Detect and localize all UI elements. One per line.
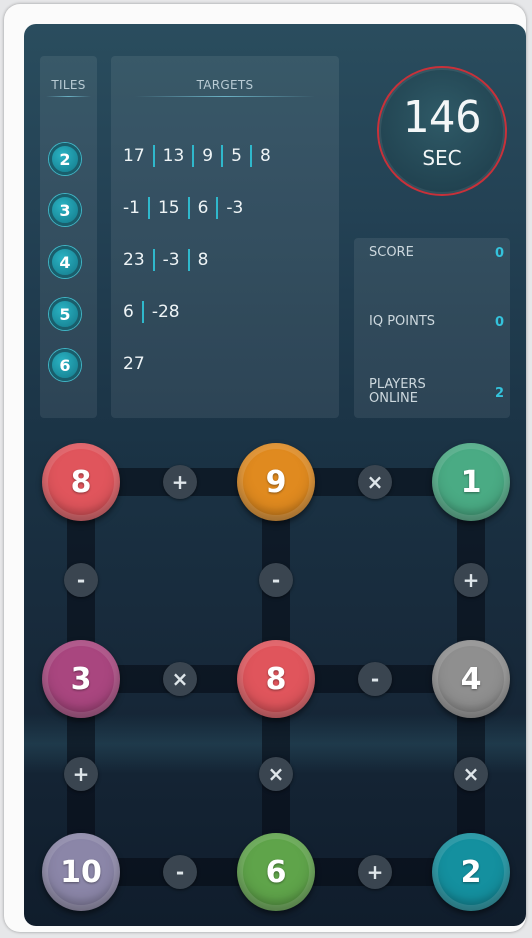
operator-times-r2[interactable]: × [163,662,197,696]
target-row-1: 17 13 9 5 8 [123,144,279,168]
number-ball-r1c2[interactable]: 9 [237,443,315,521]
target-value: 5 [231,146,242,166]
tile-chip-5[interactable]: 6 [49,349,81,381]
operator-times-c2-lower[interactable]: × [259,757,293,791]
operator-plus-r1[interactable]: + [163,465,197,499]
number-ball-r1c3[interactable]: 1 [432,443,510,521]
device-frame: TILES 2 3 4 5 6 TARGETS 17 13 9 5 8 -1 1… [4,4,526,932]
operator-minus-r2[interactable]: - [358,662,392,696]
number-ball-r2c3[interactable]: 4 [432,640,510,718]
target-value: 15 [157,198,180,218]
timer-value: 146 [402,92,482,143]
operator-minus-r3[interactable]: - [163,855,197,889]
countdown-timer: 146 SEC [377,66,507,196]
target-row-3: 23 -3 8 [123,248,216,272]
tile-chip-2[interactable]: 3 [49,194,81,226]
target-value: 9 [202,146,214,166]
number-ball-r2c1[interactable]: 3 [42,640,120,718]
target-value: 23 [123,250,145,270]
target-value: -3 [226,198,244,218]
tile-chip-3[interactable]: 4 [49,246,81,278]
number-ball-r3c2[interactable]: 6 [237,833,315,911]
operator-plus-r3[interactable]: + [358,855,392,889]
operator-times-c3-lower[interactable]: × [454,757,488,791]
score-value: 0 [494,246,504,261]
tile-chip-4[interactable]: 5 [49,298,81,330]
target-value: -28 [151,302,180,322]
target-row-2: -1 15 6 -3 [123,196,251,220]
tiles-header: TILES [51,78,86,92]
players-label-line2: ONLINE [369,391,418,406]
players-online-value: 2 [494,386,504,401]
target-value: -3 [162,250,180,270]
operator-times-r1[interactable]: × [358,465,392,499]
iq-points-label: IQ POINTS [369,314,436,329]
target-value: 8 [197,250,209,270]
targets-header: TARGETS [196,78,254,92]
score-label: SCORE [369,245,414,260]
players-label-line1: PLAYERS [369,377,426,392]
target-value: 17 [123,146,145,166]
target-value: 6 [123,302,134,322]
target-value: 8 [259,146,271,166]
target-value: -1 [123,198,140,218]
target-value: 13 [162,146,185,166]
target-value: 27 [123,354,145,374]
timer-unit: SEC [422,146,462,170]
players-online-label: PLAYERS ONLINE [369,378,426,406]
number-ball-r3c1[interactable]: 10 [42,833,120,911]
tile-chip-1[interactable]: 2 [49,143,81,175]
game-screen: TILES 2 3 4 5 6 TARGETS 17 13 9 5 8 -1 1… [24,24,526,926]
operator-plus-c3-upper[interactable]: + [454,563,488,597]
target-row-4: 6 -28 [123,300,188,324]
tiles-header-underline [46,96,91,97]
number-ball-r3c3[interactable]: 2 [432,833,510,911]
operator-minus-c1-upper[interactable]: - [64,563,98,597]
target-value: 6 [197,198,209,218]
operator-plus-c1-lower[interactable]: + [64,757,98,791]
iq-points-value: 0 [494,315,504,330]
targets-header-underline [135,96,315,97]
number-ball-r2c2[interactable]: 8 [237,640,315,718]
operator-minus-c2-upper[interactable]: - [259,563,293,597]
number-ball-r1c1[interactable]: 8 [42,443,120,521]
target-row-5: 27 [123,352,153,376]
